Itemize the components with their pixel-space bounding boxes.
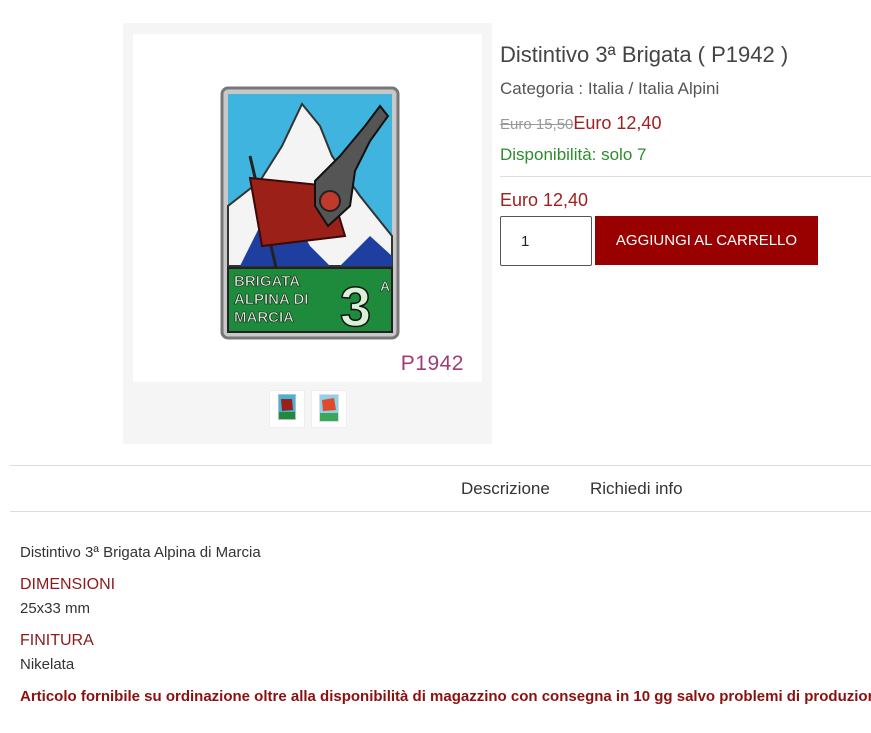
badge-line2: ALPINA DI	[234, 291, 308, 308]
product-title: Distintivo 3ª Brigata ( P1942 )	[500, 42, 789, 67]
quantity-input[interactable]	[500, 216, 592, 266]
badge-superscript: A	[380, 278, 390, 294]
sale-price: Euro 12,40	[573, 113, 662, 133]
finish-label: FINITURA	[20, 632, 94, 649]
finish-value: Nikelata	[20, 656, 75, 673]
description-intro: Distintivo 3ª Brigata Alpina di Marcia	[20, 544, 261, 561]
dimensions-value: 25x33 mm	[20, 600, 91, 617]
badge-line1: BRIGATA	[234, 273, 300, 290]
thumbnail-2[interactable]	[311, 390, 347, 428]
old-price: Euro 15,50	[500, 116, 574, 133]
product-category[interactable]: Categoria : Italia / Italia Alpini	[500, 79, 719, 99]
main-product-image[interactable]: BRIGATA ALPINA DI MARCIA 3 A P1942	[133, 34, 482, 382]
badge-number: 3	[340, 275, 371, 338]
availability-notice: Articolo fornibile su ordinazione oltre …	[20, 688, 871, 705]
dimensions-label: DIMENSIONI	[20, 576, 116, 593]
tab-descrizione[interactable]: Descrizione	[461, 479, 550, 499]
badge-line3: MARCIA	[234, 309, 294, 326]
tabs-top-divider	[10, 465, 871, 466]
thumbnail-1-image	[278, 394, 296, 420]
thumbnail-1[interactable]	[269, 390, 305, 428]
divider	[500, 176, 871, 177]
tab-richiedi-info[interactable]: Richiedi info	[590, 479, 683, 499]
product-gallery: BRIGATA ALPINA DI MARCIA 3 A P1942	[123, 23, 492, 444]
add-to-cart-button[interactable]: AGGIUNGI AL CARRELLO	[595, 216, 818, 265]
sku-watermark: P1942	[400, 352, 464, 375]
final-price: Euro 12,40	[500, 190, 589, 210]
tabs-bottom-divider	[10, 511, 871, 512]
thumbnail-2-image	[319, 394, 339, 422]
badge-image: BRIGATA ALPINA DI MARCIA 3 A	[220, 86, 400, 340]
price-row: Euro 15,50Euro 12,40	[500, 113, 661, 134]
availability-status: Disponibilità: solo 7	[500, 145, 647, 164]
